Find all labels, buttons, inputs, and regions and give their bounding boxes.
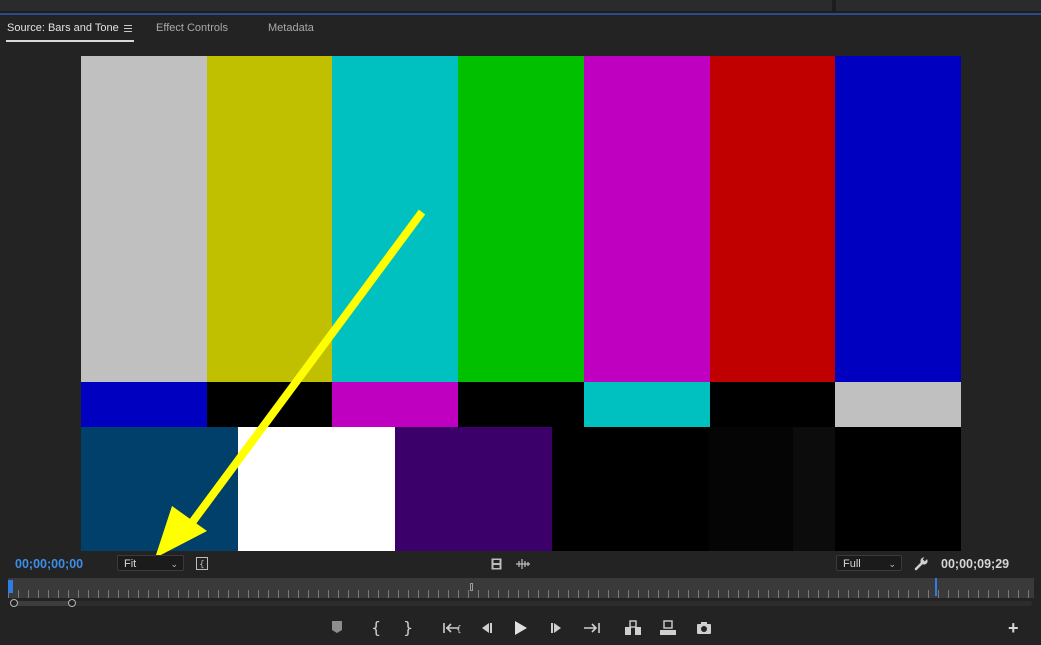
- drag-video-icon[interactable]: [491, 557, 502, 575]
- drag-audio-icon[interactable]: [515, 557, 531, 575]
- mark-out-icon[interactable]: }: [403, 618, 413, 637]
- middle-bars-0: [81, 382, 207, 427]
- top-bars-5: [709, 56, 836, 382]
- add-marker-icon[interactable]: [331, 620, 349, 636]
- insert-frame-icon[interactable]: {: [196, 557, 208, 575]
- play-icon[interactable]: [513, 620, 531, 636]
- playback-resolution-value: Full: [843, 558, 861, 570]
- zoom-level-dropdown[interactable]: Fit ⌄: [117, 555, 184, 571]
- bottom-bars-3: [552, 427, 709, 551]
- top-bars-1: [206, 56, 333, 382]
- svg-text:{: {: [199, 560, 205, 570]
- go-to-in-icon[interactable]: {: [443, 620, 461, 636]
- wrench-icon[interactable]: [914, 555, 929, 576]
- bottom-bars-5: [793, 427, 835, 551]
- top-bars-2: [332, 56, 459, 382]
- transport-controls: { } {: [0, 618, 1041, 637]
- zoom-scroll-track[interactable]: [14, 601, 1032, 606]
- middle-bars-1: [206, 382, 333, 427]
- ruler-midpoint-marker: [470, 583, 473, 591]
- top-bars-3: [458, 56, 585, 382]
- zoom-level-value: Fit: [124, 558, 137, 570]
- active-tab-underline: [6, 40, 134, 42]
- zoom-handle-left[interactable]: [10, 599, 18, 607]
- time-ruler[interactable]: [8, 578, 1034, 598]
- tab-effect-controls[interactable]: Effect Controls: [156, 22, 228, 34]
- chevron-down-icon: ⌄: [888, 559, 896, 569]
- upper-panel-edge: [0, 0, 832, 11]
- top-bars-6: [835, 56, 961, 382]
- zoom-scroll-bar[interactable]: [14, 601, 72, 606]
- plus-icon[interactable]: +: [1008, 618, 1019, 639]
- ruler-ticks: [8, 590, 1034, 598]
- middle-bars-6: [835, 382, 961, 427]
- panel-tabs: Source: Bars and Tone Effect Controls Me…: [0, 18, 1041, 44]
- top-bars-4: [583, 56, 710, 382]
- tab-source[interactable]: Source: Bars and Tone: [7, 22, 119, 34]
- bottom-bars-0: [81, 427, 238, 551]
- playhead[interactable]: [8, 580, 13, 593]
- bottom-bars-4: [709, 427, 793, 551]
- current-timecode[interactable]: 00;00;00;00: [15, 557, 83, 571]
- top-bars-0: [81, 56, 207, 382]
- bottom-bars-1: [238, 427, 395, 551]
- step-forward-icon[interactable]: [549, 620, 567, 636]
- mark-in-icon[interactable]: {: [371, 618, 381, 637]
- zoom-handle-right[interactable]: [68, 599, 76, 607]
- upper-panel-edge-right: [836, 0, 1041, 11]
- playback-resolution-dropdown[interactable]: Full ⌄: [836, 555, 902, 571]
- out-point-marker[interactable]: [935, 578, 937, 596]
- top-panel-frame: [0, 0, 1041, 15]
- tab-metadata[interactable]: Metadata: [268, 22, 314, 34]
- middle-bars-2: [332, 382, 459, 427]
- export-frame-icon[interactable]: [696, 620, 714, 636]
- step-back-icon[interactable]: [478, 620, 496, 636]
- bottom-bars-6: [835, 427, 961, 551]
- source-monitor-viewer[interactable]: [81, 56, 961, 551]
- middle-bars-5: [709, 382, 836, 427]
- middle-bars-4: [583, 382, 710, 427]
- go-to-out-icon[interactable]: [582, 620, 600, 636]
- panel-focus-line: [0, 13, 1041, 15]
- duration-timecode[interactable]: 00;00;09;29: [941, 557, 1009, 571]
- middle-bars-3: [458, 382, 585, 427]
- insert-icon[interactable]: [624, 620, 642, 636]
- chevron-down-icon: ⌄: [170, 559, 178, 569]
- svg-text:{: {: [456, 625, 461, 635]
- bottom-bars-2: [395, 427, 552, 551]
- overwrite-icon[interactable]: [659, 620, 677, 636]
- hamburger-icon[interactable]: [124, 25, 132, 33]
